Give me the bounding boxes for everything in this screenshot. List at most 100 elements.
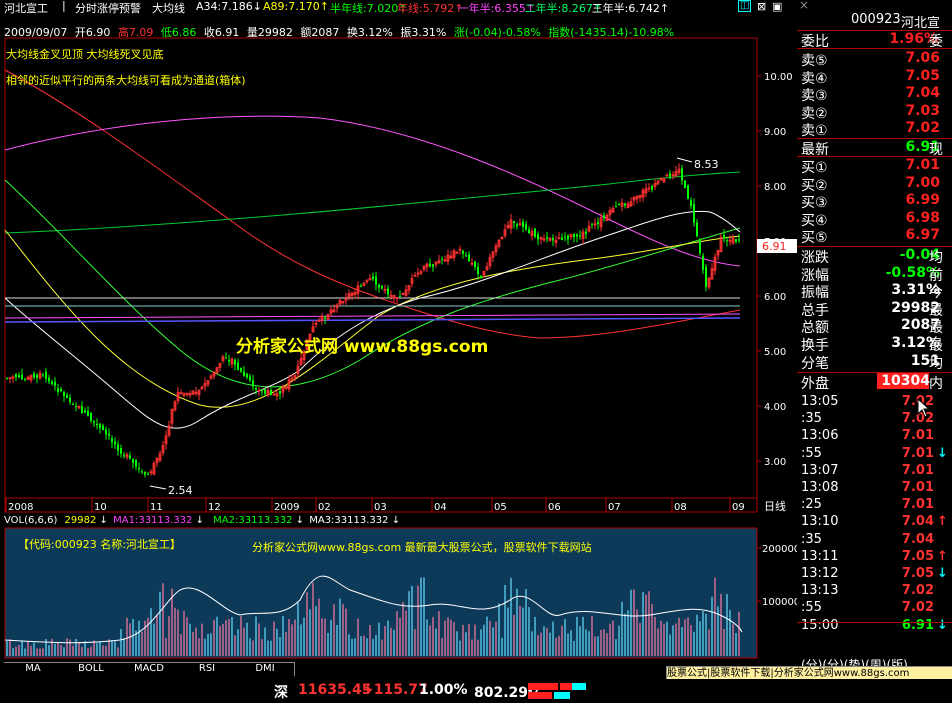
stat-row: 涨跌 -0.04 均 [801, 247, 943, 266]
volume-banner-text: 分析家公式网www.88gs.com 最新最大股票公式，股票软件下载网站 [252, 541, 592, 554]
info-volume: 量29982 [246, 26, 293, 39]
candle-body-down [114, 441, 116, 445]
tab-limit-up-alert[interactable]: 分时涨停预警 [75, 0, 141, 16]
candle-body-down [66, 395, 68, 398]
tab-big-ma[interactable]: 大均线 [152, 0, 185, 16]
candle-body-down [624, 203, 626, 206]
volume-value: 29982 [64, 515, 97, 526]
info-change: 涨(-0.04)-0.58% [453, 26, 541, 39]
candle-body-down [465, 255, 467, 257]
candle-body-down [681, 168, 683, 181]
tick-row[interactable]: 13:11 7.05 ↑ [797, 549, 952, 566]
candle-body-down [21, 374, 23, 380]
volume-banner-code: 【代码:000923 名称:河北宣工】 [18, 538, 181, 551]
time-tick-label: 04 [434, 502, 447, 513]
tick-row[interactable]: 13:13 7.02 [797, 583, 952, 600]
tick-row[interactable]: 13:08 7.01 [797, 480, 952, 497]
candle-body-down [528, 229, 530, 233]
candle-body-down [618, 204, 620, 206]
candle-body-down [36, 374, 38, 378]
candle-body-down [726, 240, 728, 242]
info-bar: 2009/09/07 开6.90 高7.09 低6.86 收6.91 量2998… [4, 24, 675, 39]
quote-panel: × 000923 河北宣 委比 1.96% 委 卖⑤ 7.06 卖④ 7.05 卖③ 7.… [797, 0, 952, 672]
volume-tick-label: 200000 [762, 544, 797, 555]
time-tick-label: 03 [374, 502, 387, 513]
indicator-tab-boll[interactable]: BOLL [62, 662, 121, 676]
annotation-line-1: 大均线金叉见顶 大均线死叉见底 [6, 48, 164, 61]
market-label: 深 [274, 685, 288, 701]
volume-ma1: MA1:33113.332 [113, 515, 193, 526]
ma-legend-item: 二年半:8.267↑ [524, 2, 603, 15]
tick-row[interactable]: :55 7.02 [797, 600, 952, 617]
info-high: 高7.09 [117, 26, 154, 39]
candle-body-down [399, 296, 401, 298]
watermark: 分析家公式网 www.88gs.com [236, 337, 489, 357]
indicator-tab-ma[interactable]: MA [4, 662, 63, 676]
candle-body-down [228, 359, 230, 362]
period-label[interactable]: 日线 [764, 499, 786, 513]
candle-body-down [105, 429, 107, 435]
indicator-tab-dmi[interactable]: DMI [236, 662, 295, 676]
tick-row[interactable]: :55 7.01 ↓ [797, 446, 952, 463]
price-tick-label: 3.00 [764, 457, 786, 468]
market-change: +115.77 [362, 682, 428, 698]
period-button[interactable]: ◫ [738, 0, 752, 12]
buy-order-row: 买③ 6.99 [801, 192, 940, 212]
candle-body-down [513, 221, 515, 224]
candle-body-down [87, 411, 89, 416]
price-tick-label: 5.00 [764, 347, 786, 358]
candle-body-down [324, 317, 326, 319]
candle-body-down [264, 389, 266, 394]
candle-body-down [525, 224, 527, 230]
buy-order-row: 买② 7.00 [801, 174, 940, 194]
tick-row[interactable]: 13:06 7.01 [797, 428, 952, 445]
tick-row[interactable]: 13:07 7.01 [797, 463, 952, 480]
tab-indicator-icon: | [62, 0, 66, 12]
candle-body-down [534, 228, 536, 237]
volume-ma3: MA3:33113.332 [309, 515, 389, 526]
candle-body-down [378, 284, 380, 288]
candle-body-down [372, 276, 374, 280]
tick-row[interactable]: :25 7.01 [797, 497, 952, 514]
candle-body-down [141, 471, 143, 473]
candle-body-down [597, 222, 599, 225]
indicator-tab-macd[interactable]: MACD [120, 662, 179, 676]
stat-row: 分笔 151 均 [801, 352, 943, 372]
candle-body-down [117, 444, 119, 451]
candle-body-down [591, 223, 593, 225]
candle-body-down [669, 173, 671, 177]
candle-body-down [42, 374, 44, 376]
ma-legend-item: 半年线:7.020↑ [330, 2, 408, 15]
market-index: 11635.45 [298, 682, 372, 698]
time-tick-label: 2009 [274, 502, 299, 513]
tick-direction-icon: ↑ [937, 548, 948, 564]
sell-order-row: 卖② 7.03 [801, 102, 940, 122]
candle-body-down [564, 236, 566, 238]
stat-row: 涨幅 -0.58% 前 [801, 264, 943, 284]
candle-body-down [699, 238, 701, 253]
candle-body-down [567, 235, 569, 240]
settings-icon[interactable]: ▣ [772, 0, 782, 13]
candle-body-down [735, 239, 737, 242]
candle-body-down [576, 234, 578, 237]
tick-direction-icon: ↓ [937, 445, 948, 461]
candle-body-down [99, 423, 101, 429]
candle-body-down [135, 459, 137, 467]
info-index: 指数(-1435.14)-10.98% [548, 26, 675, 39]
kline-chart[interactable]: 10.009.008.007.006.005.004.003.00 8.53 2… [0, 0, 797, 660]
tick-row[interactable]: :35 7.04 [797, 532, 952, 549]
tick-row[interactable]: 15:00 6.91 ↓ [797, 618, 952, 635]
candle-body-down [96, 423, 98, 426]
tick-row[interactable]: 13:10 7.04 ↑ [797, 514, 952, 531]
candle-body-down [102, 425, 104, 431]
tick-row[interactable]: 13:12 7.05 ↓ [797, 566, 952, 583]
candle-body-down [738, 239, 740, 241]
indicator-tab-rsi[interactable]: RSI [178, 662, 237, 676]
time-tick-label: 08 [674, 502, 687, 513]
close-icon[interactable]: ⊠ [757, 0, 766, 13]
close-panel-icon[interactable]: × [799, 0, 809, 12]
stock-name: 河北宣工 [4, 2, 48, 15]
sell-order-row: 卖④ 7.05 [801, 67, 940, 87]
candle-body-down [144, 472, 146, 475]
candle-body-down [111, 438, 113, 443]
